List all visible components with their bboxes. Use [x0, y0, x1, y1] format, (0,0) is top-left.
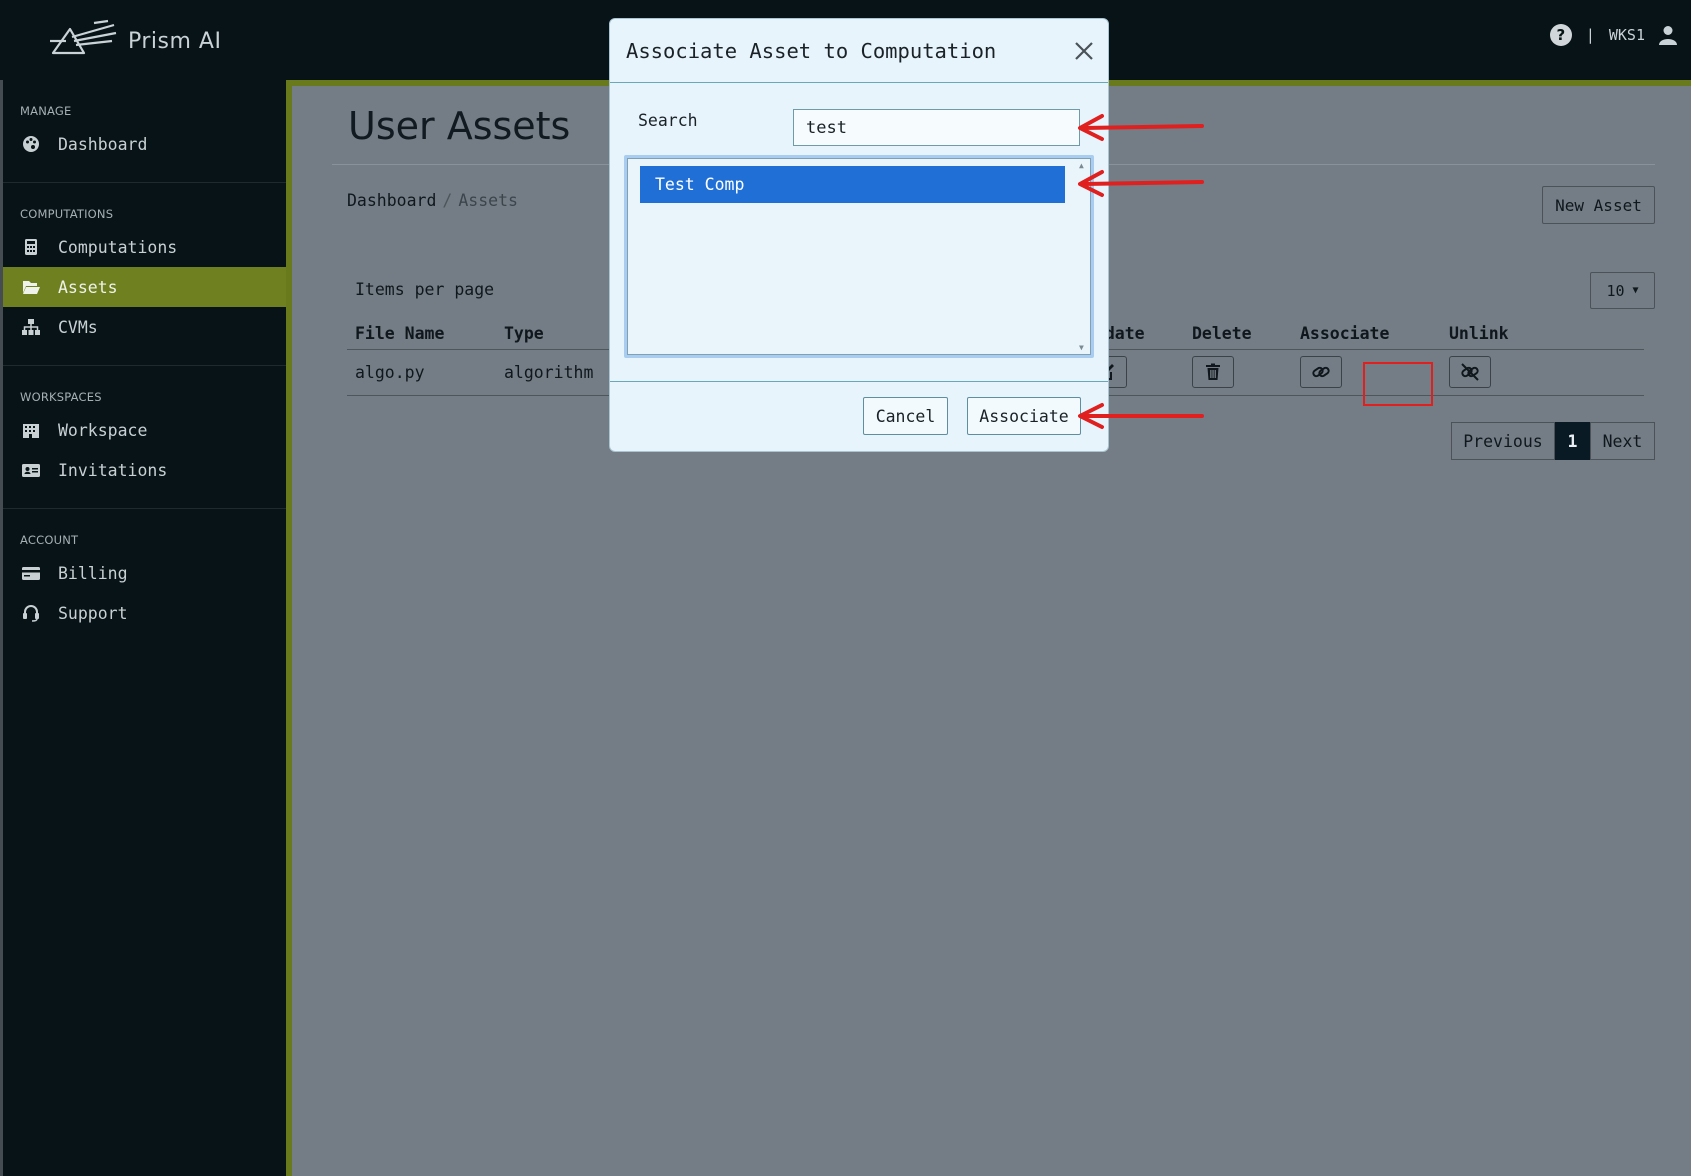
- sidebar-section-manage: MANAGE Dashboard: [3, 80, 286, 183]
- sidebar-section-account: ACCOUNT Billing Support: [3, 509, 286, 651]
- sidebar-section-workspaces: WORKSPACES Workspace Invitations: [3, 366, 286, 509]
- annotation-arrow-associate: [1074, 400, 1204, 430]
- associate-modal: Associate Asset to Computation Search Te…: [609, 18, 1109, 452]
- sidebar: MANAGE Dashboard COMPUTATIONS Computatio…: [0, 80, 286, 1176]
- breadcrumb-dashboard[interactable]: Dashboard: [347, 191, 436, 210]
- user-icon[interactable]: [1659, 25, 1677, 45]
- folder-open-icon: [21, 278, 41, 296]
- headset-icon: [21, 604, 41, 622]
- unlink-icon: [1461, 363, 1479, 381]
- link-icon: [1312, 363, 1330, 381]
- sidebar-item-workspace[interactable]: Workspace: [3, 410, 286, 450]
- sidebar-item-invitations[interactable]: Invitations: [3, 450, 286, 490]
- calculator-icon: [21, 238, 41, 256]
- list-item[interactable]: Test Comp: [640, 166, 1065, 203]
- sidebar-heading: MANAGE: [20, 104, 72, 118]
- sidebar-item-label: CVMs: [58, 317, 98, 337]
- workspace-name[interactable]: WKS1: [1609, 26, 1645, 44]
- sidebar-heading: WORKSPACES: [20, 390, 102, 404]
- computation-listbox[interactable]: Test Comp ▲ ▼: [624, 155, 1094, 358]
- credit-card-icon: [21, 564, 41, 582]
- sidebar-item-billing[interactable]: Billing: [3, 553, 286, 593]
- delete-button[interactable]: [1192, 356, 1234, 388]
- cell-file-name: algo.py: [355, 363, 425, 382]
- pagination-previous[interactable]: Previous: [1451, 422, 1555, 460]
- sidebar-item-label: Dashboard: [58, 134, 148, 154]
- close-icon[interactable]: [1072, 39, 1096, 63]
- id-card-icon: [21, 461, 41, 479]
- sidebar-section-computations: COMPUTATIONS Computations Assets CVMs: [3, 183, 286, 366]
- column-header-file-name: File Name: [355, 324, 445, 343]
- new-asset-button[interactable]: New Asset: [1542, 186, 1655, 224]
- sidebar-item-label: Workspace: [58, 420, 148, 440]
- sidebar-item-label: Invitations: [58, 460, 168, 480]
- pagination-next[interactable]: Next: [1590, 422, 1655, 460]
- breadcrumb: Dashboard / Assets: [347, 191, 518, 210]
- pagination-page-1[interactable]: 1: [1555, 422, 1590, 460]
- sitemap-icon: [21, 318, 41, 336]
- sidebar-item-assets[interactable]: Assets: [3, 267, 286, 307]
- sidebar-heading: COMPUTATIONS: [20, 207, 114, 221]
- pagination: Previous 1 Next: [1451, 422, 1655, 460]
- column-header-delete: Delete: [1192, 324, 1252, 343]
- caret-down-icon: ▼: [1632, 285, 1639, 296]
- app-logo[interactable]: Prism AI: [50, 16, 221, 66]
- annotation-highlight-box: [1363, 362, 1433, 406]
- sidebar-heading: ACCOUNT: [20, 533, 79, 547]
- annotation-arrow-option: [1074, 168, 1204, 198]
- prism-logo-icon: [50, 19, 118, 63]
- cancel-button[interactable]: Cancel: [863, 397, 948, 435]
- column-header-associate: Associate: [1300, 324, 1390, 343]
- associate-confirm-button[interactable]: Associate: [967, 397, 1081, 435]
- app-name: Prism AI: [128, 28, 222, 54]
- listbox-frame: Test Comp ▲ ▼: [627, 158, 1091, 355]
- unlink-button[interactable]: [1449, 356, 1491, 388]
- page-title: User Assets: [348, 104, 571, 148]
- column-header-type: Type: [504, 324, 544, 343]
- building-icon: [21, 421, 41, 439]
- items-per-page-label: Items per page: [355, 280, 495, 299]
- palette-icon: [21, 135, 41, 153]
- scroll-down-icon[interactable]: ▼: [1079, 343, 1084, 352]
- associate-button[interactable]: [1300, 356, 1342, 388]
- items-per-page-value: 10: [1606, 281, 1625, 300]
- trash-icon: [1204, 363, 1222, 381]
- sidebar-item-label: Support: [58, 603, 128, 623]
- column-header-unlink: Unlink: [1449, 324, 1509, 343]
- sidebar-item-computations[interactable]: Computations: [3, 227, 286, 267]
- nav-separator: |: [1585, 26, 1595, 44]
- sidebar-item-support[interactable]: Support: [3, 593, 286, 633]
- sidebar-item-label: Assets: [58, 277, 118, 297]
- annotation-arrow-search: [1074, 112, 1204, 142]
- sidebar-item-dashboard[interactable]: Dashboard: [3, 124, 286, 164]
- sidebar-item-cvms[interactable]: CVMs: [3, 307, 286, 347]
- modal-title: Associate Asset to Computation: [626, 38, 997, 63]
- cell-type: algorithm: [504, 363, 594, 382]
- modal-footer: Cancel Associate: [610, 381, 1108, 453]
- sidebar-item-label: Computations: [58, 237, 178, 257]
- breadcrumb-separator: /: [442, 191, 453, 210]
- modal-header: Associate Asset to Computation: [610, 19, 1108, 83]
- search-input[interactable]: [793, 109, 1080, 146]
- items-per-page-dropdown[interactable]: 10 ▼: [1590, 272, 1655, 309]
- breadcrumb-current: Assets: [458, 191, 518, 210]
- search-label: Search: [638, 111, 698, 130]
- sidebar-item-label: Billing: [58, 563, 128, 583]
- question-circle-icon[interactable]: ?: [1549, 24, 1572, 46]
